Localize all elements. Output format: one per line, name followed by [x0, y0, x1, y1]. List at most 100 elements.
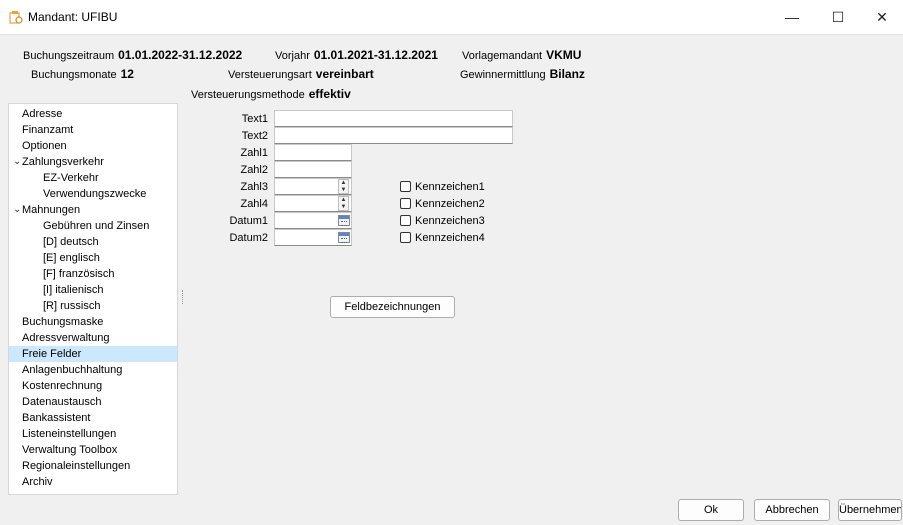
nav-item-label: Buchungsmaske [22, 316, 104, 328]
nav-item-label: Freie Felder [22, 348, 82, 360]
nav-item-label: Listeneinstellungen [22, 428, 117, 440]
nav-item-kostenrechnung[interactable]: Kostenrechnung [9, 378, 177, 394]
gewinnermittlung-label: Gewinnermittlung [460, 69, 546, 81]
settings-tree[interactable]: Adresse Finanzamt Optionen ⌄ Zahlungsver… [8, 103, 178, 495]
kennzeichen2-label[interactable]: Kennzeichen2 [415, 198, 485, 210]
versteuerungsart-value: vereinbart [315, 67, 374, 81]
vorlagemandant-info: Vorlagemandant VKMU [462, 48, 581, 62]
vorjahr-info: Vorjahr 01.01.2021-31.12.2021 [275, 48, 438, 62]
nav-item-label: EZ-Verkehr [43, 172, 99, 184]
versteuerungsmethode-info: Versteuerungsmethode effektiv [191, 87, 351, 101]
feldbezeichnungen-button[interactable]: Feldbezeichnungen [330, 296, 455, 318]
zahl3-spinner[interactable]: ▲ ▼ [338, 179, 349, 194]
kennzeichen1-checkbox[interactable] [400, 181, 411, 192]
kennzeichen4-checkbox[interactable] [400, 232, 411, 243]
nav-item-label: Datenaustausch [22, 396, 102, 408]
zahl1-field[interactable] [274, 144, 352, 161]
mandant-icon [9, 11, 23, 24]
nav-item-label: Bankassistent [22, 412, 91, 424]
nav-item-adressverwaltung[interactable]: Adressverwaltung [9, 330, 177, 346]
versteuerungsart-info: Versteuerungsart vereinbart [228, 67, 374, 81]
nav-item-deutsch[interactable]: [D] deutsch [9, 234, 177, 250]
nav-item-mahnungen[interactable]: ⌄ Mahnungen [9, 202, 177, 218]
nav-item-label: Verwendungszwecke [43, 188, 147, 200]
nav-item-englisch[interactable]: [E] englisch [9, 250, 177, 266]
zahl4-spinner[interactable]: ▲ ▼ [338, 196, 349, 211]
versteuerungsart-label: Versteuerungsart [228, 69, 312, 81]
gewinnermittlung-value: Bilanz [549, 67, 585, 81]
title-bar: Mandant: UFIBU — ☐ ✕ [0, 0, 903, 35]
nav-item-archiv[interactable]: Archiv [9, 474, 177, 490]
panel-splitter[interactable] [182, 290, 185, 304]
nav-item-label: Zahlungsverkehr [22, 156, 104, 168]
nav-item-label: [R] russisch [43, 300, 101, 312]
kennzeichen4-label[interactable]: Kennzeichen4 [415, 232, 485, 244]
nav-item-label: Adressverwaltung [22, 332, 110, 344]
buchungsmonate-info: Buchungsmonate 12 [31, 67, 134, 81]
nav-item-freie-felder[interactable]: Freie Felder [9, 346, 177, 362]
nav-item-adresse[interactable]: Adresse [9, 106, 177, 122]
nav-item-label: Adresse [22, 108, 63, 120]
nav-item-bankassistent[interactable]: Bankassistent [9, 410, 177, 426]
nav-item-label: Kostenrechnung [22, 380, 103, 392]
nav-item-italienisch[interactable]: [I] italienisch [9, 282, 177, 298]
text2-field[interactable] [274, 127, 513, 144]
nav-item-franzoesisch[interactable]: [F] französisch [9, 266, 177, 282]
buchungszeitraum-label: Buchungszeitraum [23, 50, 115, 62]
nav-item-label: Anlagenbuchhaltung [22, 364, 123, 376]
abbrechen-button[interactable]: Abbrechen [754, 499, 830, 521]
nav-item-verwendungszwecke[interactable]: Verwendungszwecke [9, 186, 177, 202]
nav-item-anlagenbuchhaltung[interactable]: Anlagenbuchhaltung [9, 362, 177, 378]
datum2-label: Datum2 [229, 232, 268, 244]
calendar-icon[interactable] [338, 232, 350, 243]
nav-item-label: [D] deutsch [43, 236, 99, 248]
gewinnermittlung-info: Gewinnermittlung Bilanz [460, 67, 585, 81]
versteuerungsmethode-value: effektiv [308, 87, 351, 101]
minimize-button[interactable]: — [769, 0, 815, 34]
text1-label: Text1 [241, 113, 268, 125]
vorlagemandant-label: Vorlagemandant [462, 50, 543, 62]
kennzeichen3-label[interactable]: Kennzeichen3 [415, 215, 485, 227]
window-title: Mandant: UFIBU [28, 10, 118, 24]
nav-item-datenaustausch[interactable]: Datenaustausch [9, 394, 177, 410]
maximize-button[interactable]: ☐ [815, 0, 861, 34]
nav-item-label: Archiv [22, 476, 53, 488]
buchungsmonate-label: Buchungsmonate [31, 69, 117, 81]
chevron-down-icon[interactable]: ⌄ [13, 202, 21, 218]
close-button[interactable]: ✕ [859, 0, 903, 34]
ok-button[interactable]: Ok [678, 499, 744, 521]
text1-field[interactable] [274, 110, 513, 127]
nav-item-label: [F] französisch [43, 268, 115, 280]
nav-item-listeneinstellungen[interactable]: Listeneinstellungen [9, 426, 177, 442]
chevron-down-icon[interactable]: ⌄ [13, 154, 21, 170]
kennzeichen1-label[interactable]: Kennzeichen1 [415, 181, 485, 193]
vorjahr-value: 01.01.2021-31.12.2021 [313, 48, 438, 62]
kennzeichen3-checkbox[interactable] [400, 215, 411, 226]
nav-item-regionaleinstellungen[interactable]: Regionaleinstellungen [9, 458, 177, 474]
uebernehmen-button[interactable]: Übernehmen [838, 499, 902, 521]
zahl3-label: Zahl3 [240, 181, 268, 193]
zahl4-label: Zahl4 [240, 198, 268, 210]
buchungszeitraum-value: 01.01.2022-31.12.2022 [118, 48, 243, 62]
nav-item-label: Regionaleinstellungen [22, 460, 131, 472]
zahl2-field[interactable] [274, 161, 352, 178]
text2-label: Text2 [241, 130, 268, 142]
nav-item-finanzamt[interactable]: Finanzamt [9, 122, 177, 138]
buchungsmonate-value: 12 [120, 67, 134, 81]
nav-item-zahlungsverkehr[interactable]: ⌄ Zahlungsverkehr [9, 154, 177, 170]
buchungszeitraum-info: Buchungszeitraum 01.01.2022-31.12.2022 [23, 48, 242, 62]
nav-item-verwaltung-toolbox[interactable]: Verwaltung Toolbox [9, 442, 177, 458]
nav-item-gebuehren-zinsen[interactable]: Gebühren und Zinsen [9, 218, 177, 234]
nav-item-buchungsmaske[interactable]: Buchungsmaske [9, 314, 177, 330]
calendar-icon[interactable] [338, 215, 350, 226]
versteuerungsmethode-label: Versteuerungsmethode [191, 89, 305, 101]
kennzeichen2-checkbox[interactable] [400, 198, 411, 209]
nav-item-ez-verkehr[interactable]: EZ-Verkehr [9, 170, 177, 186]
nav-item-label: Mahnungen [22, 204, 81, 216]
nav-item-russisch[interactable]: [R] russisch [9, 298, 177, 314]
vorjahr-label: Vorjahr [275, 50, 310, 62]
vorlagemandant-value: VKMU [546, 48, 582, 62]
nav-item-label: Verwaltung Toolbox [22, 444, 118, 456]
nav-item-optionen[interactable]: Optionen [9, 138, 177, 154]
zahl2-label: Zahl2 [240, 164, 268, 176]
